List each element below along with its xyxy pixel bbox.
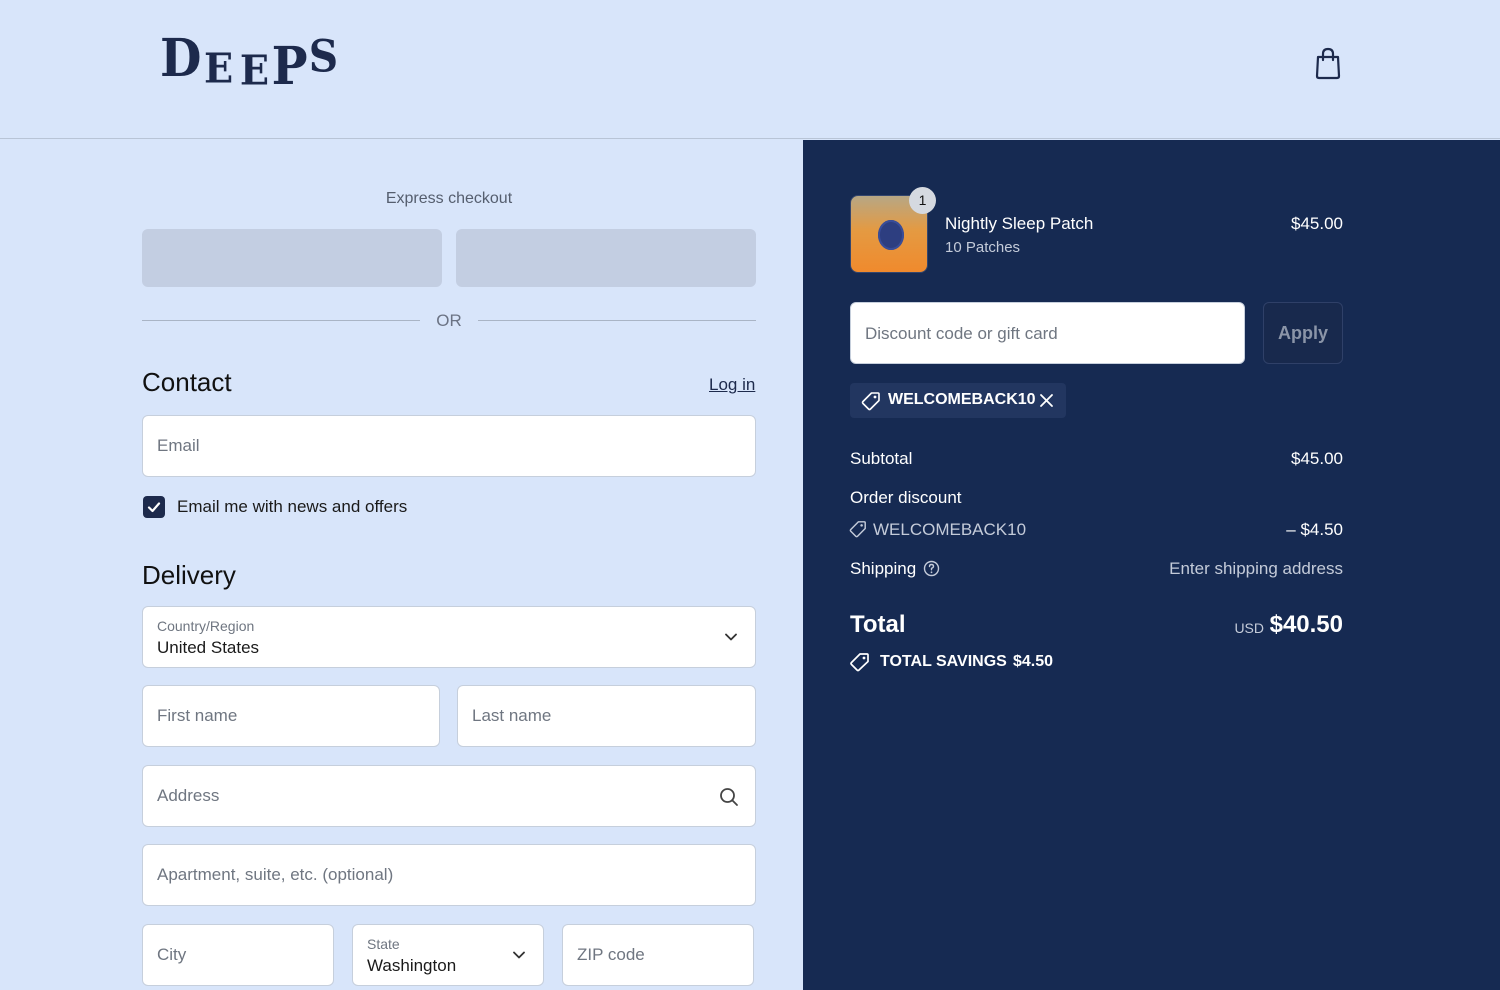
first-name-field[interactable]: First name <box>142 685 440 747</box>
product-variant: 10 Patches <box>945 239 1021 256</box>
city-placeholder: City <box>157 945 187 964</box>
logo-letter: S <box>309 30 338 83</box>
express-pay-button-2[interactable] <box>456 229 756 287</box>
state-select[interactable]: State Washington <box>352 924 544 986</box>
country-select[interactable]: Country/Region United States <box>142 606 756 668</box>
newsletter-label: Email me with news and offers <box>177 497 408 516</box>
apply-discount-button[interactable]: Apply <box>1263 302 1343 364</box>
zip-placeholder: ZIP code <box>577 945 645 964</box>
delivery-title: Delivery <box>142 560 236 590</box>
or-text: OR <box>436 311 462 330</box>
shipping-value: Enter shipping address <box>1169 559 1343 578</box>
sleep-patch-image <box>878 220 904 250</box>
login-link[interactable]: Log in <box>709 375 755 395</box>
express-checkout-label: Express checkout <box>385 190 513 207</box>
help-icon[interactable] <box>923 560 940 577</box>
email-field[interactable]: Email <box>142 415 756 477</box>
quantity-badge: 1 <box>909 187 936 214</box>
subtotal-label: Subtotal <box>850 449 913 468</box>
search-icon[interactable] <box>719 787 739 807</box>
subtotal-value: $45.00 <box>1291 449 1343 468</box>
email-placeholder: Email <box>157 436 200 455</box>
chevron-down-icon <box>725 633 737 641</box>
apartment-placeholder: Apartment, suite, etc. (optional) <box>157 865 394 884</box>
logo-letter: E <box>204 44 233 93</box>
tag-icon <box>849 521 866 538</box>
discount-value: – $4.50 <box>1286 520 1343 539</box>
divider-line <box>478 320 756 321</box>
discount-placeholder: Discount code or gift card <box>865 324 1058 343</box>
city-field[interactable]: City <box>142 924 334 986</box>
apartment-field[interactable]: Apartment, suite, etc. (optional) <box>142 844 756 906</box>
last-name-field[interactable]: Last name <box>457 685 756 747</box>
newsletter-checkbox[interactable] <box>143 496 165 518</box>
state-label: State <box>367 936 400 952</box>
country-value: United States <box>157 638 260 657</box>
divider-line <box>142 320 420 321</box>
product-name: Nightly Sleep Patch <box>945 214 1094 233</box>
total-value: $40.50 <box>1269 611 1343 638</box>
address-field[interactable]: Address <box>142 765 756 827</box>
contact-title: Contact <box>142 367 232 397</box>
order-discount-label: Order discount <box>850 488 962 507</box>
site-header: DE EPS <box>0 0 1500 139</box>
total-savings-label: TOTAL SAVINGS <box>880 653 1007 670</box>
brand-logo[interactable]: DE EPS <box>160 28 340 97</box>
logo-letter: E <box>239 46 269 95</box>
applied-code-text: WELCOMEBACK10 <box>888 391 1036 408</box>
or-divider: OR <box>142 311 756 333</box>
logo-letter: D <box>160 28 201 89</box>
address-placeholder: Address <box>157 786 220 805</box>
country-label: Country/Region <box>157 618 255 634</box>
total-savings-value: $4.50 <box>1013 653 1054 670</box>
close-icon[interactable] <box>1039 393 1054 408</box>
discount-code-label: WELCOMEBACK10 <box>873 520 1027 539</box>
savings-tag-icon <box>850 653 869 672</box>
shopping-bag-icon[interactable] <box>1312 46 1344 80</box>
tag-icon <box>861 392 880 411</box>
checkmark-icon <box>147 502 161 513</box>
chevron-down-icon <box>513 951 525 959</box>
last-name-placeholder: Last name <box>472 706 552 725</box>
first-name-placeholder: First name <box>157 706 238 725</box>
discount-code-input[interactable]: Discount code or gift card <box>850 302 1245 364</box>
product-price: $45.00 <box>1291 214 1343 233</box>
zip-field[interactable]: ZIP code <box>562 924 754 986</box>
applied-discount-chip: WELCOMEBACK10 <box>850 383 1066 418</box>
logo-letter: P <box>271 36 308 97</box>
shipping-label: Shipping <box>850 559 917 578</box>
express-pay-button-1[interactable] <box>142 229 442 287</box>
total-label: Total <box>850 611 906 638</box>
state-value: Washington <box>367 956 457 975</box>
